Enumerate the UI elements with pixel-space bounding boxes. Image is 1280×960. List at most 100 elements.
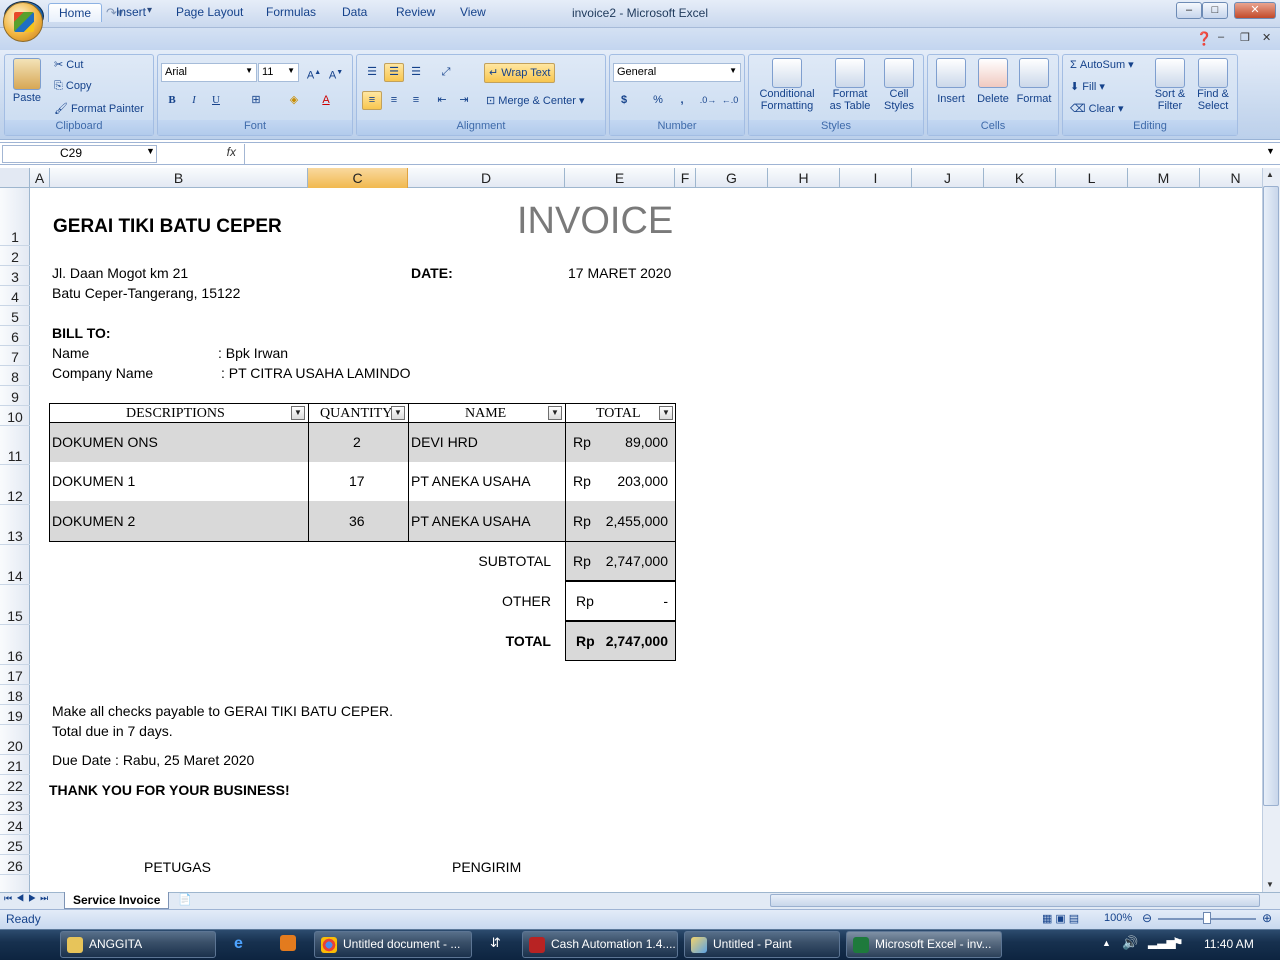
row-header-2[interactable]: 2 bbox=[0, 246, 30, 266]
bold-button[interactable]: B bbox=[162, 91, 182, 110]
row-header-22[interactable]: 22 bbox=[0, 775, 30, 795]
ribbon-close-icon[interactable]: ✕ bbox=[1262, 31, 1271, 44]
copy-button[interactable]: ⎘ Copy bbox=[54, 80, 92, 93]
taskbar-folder[interactable]: ANGGITA bbox=[60, 931, 216, 958]
row-header-9[interactable]: 9 bbox=[0, 386, 30, 406]
delete-cells-button[interactable]: Delete bbox=[974, 58, 1012, 105]
column-header-i[interactable]: I bbox=[840, 168, 912, 188]
row-header-1[interactable]: 1 bbox=[0, 188, 30, 246]
column-header-c[interactable]: C bbox=[308, 168, 408, 188]
row-header-17[interactable]: 17 bbox=[0, 665, 30, 685]
row-header-26[interactable]: 26 bbox=[0, 855, 30, 875]
comma-button[interactable]: , bbox=[672, 91, 692, 110]
row-header-8[interactable]: 8 bbox=[0, 366, 30, 386]
font-size-select[interactable]: 11 ▼ bbox=[258, 63, 299, 82]
column-header-j[interactable]: J bbox=[912, 168, 984, 188]
shrink-font-icon[interactable]: A▼ bbox=[326, 63, 346, 82]
horizontal-scrollbar[interactable] bbox=[770, 894, 1260, 907]
underline-button[interactable]: U bbox=[206, 91, 226, 110]
tab-insert[interactable]: Insert bbox=[106, 3, 156, 22]
action-center-icon[interactable]: ⚑ bbox=[1172, 935, 1184, 951]
format-cells-button[interactable]: Format bbox=[1014, 58, 1054, 105]
row-header-24[interactable]: 24 bbox=[0, 815, 30, 835]
row-header-10[interactable]: 10 bbox=[0, 406, 30, 426]
insert-function-button[interactable]: fx bbox=[160, 145, 242, 163]
view-mode-icons[interactable]: ▦▣▤ bbox=[1042, 912, 1082, 925]
office-button[interactable] bbox=[3, 2, 43, 42]
number-format-select[interactable]: General ▼ bbox=[613, 63, 741, 82]
row-header-12[interactable]: 12 bbox=[0, 465, 30, 505]
clear-button[interactable]: ⌫ Clear ▾ bbox=[1070, 102, 1124, 115]
find-select-button[interactable]: Find & Select bbox=[1192, 58, 1234, 112]
taskbar-chrome[interactable]: Untitled document - ... bbox=[314, 931, 472, 958]
volume-icon[interactable]: 🔊 bbox=[1122, 935, 1138, 951]
row-header-21[interactable]: 21 bbox=[0, 755, 30, 775]
ribbon-restore-icon[interactable]: ❐ bbox=[1240, 31, 1250, 44]
insert-cells-button[interactable]: Insert bbox=[932, 58, 970, 105]
row-header-7[interactable]: 7 bbox=[0, 346, 30, 366]
format-painter-button[interactable]: 🖌 Format Painter bbox=[54, 102, 144, 115]
ribbon-minimize-icon[interactable]: – bbox=[1218, 31, 1224, 43]
taskbar-cash-automation[interactable]: Cash Automation 1.4.... bbox=[522, 931, 678, 958]
formula-input[interactable] bbox=[244, 144, 1264, 164]
column-header-b[interactable]: B bbox=[50, 168, 308, 188]
conditional-formatting-button[interactable]: Conditional Formatting bbox=[752, 58, 822, 112]
filter-name-icon[interactable]: ▼ bbox=[548, 406, 562, 420]
column-header-e[interactable]: E bbox=[565, 168, 675, 188]
increase-indent-icon[interactable]: ⇥ bbox=[454, 91, 474, 110]
align-top-icon[interactable]: ☰ bbox=[362, 63, 382, 82]
filter-quantity-icon[interactable]: ▼ bbox=[391, 406, 405, 420]
fill-button[interactable]: ⬇ Fill ▾ bbox=[1070, 80, 1105, 93]
row-header-18[interactable]: 18 bbox=[0, 685, 30, 705]
scroll-down-icon[interactable]: ▼ bbox=[1266, 880, 1274, 889]
vertical-scroll-thumb[interactable] bbox=[1263, 186, 1279, 806]
row-header-16[interactable]: 16 bbox=[0, 625, 30, 665]
align-bottom-icon[interactable]: ☰ bbox=[406, 63, 426, 82]
expand-formula-bar-icon[interactable]: ▼ bbox=[1266, 146, 1275, 156]
tab-formulas[interactable]: Formulas bbox=[256, 3, 326, 22]
column-header-g[interactable]: G bbox=[696, 168, 768, 188]
fill-color-icon[interactable]: ◈ bbox=[284, 91, 304, 110]
filter-descriptions-icon[interactable]: ▼ bbox=[291, 406, 305, 420]
increase-decimal-icon[interactable]: .0→ bbox=[698, 91, 718, 110]
sheet-nav-icons[interactable]: ⏮◀▶⏭ bbox=[4, 893, 52, 904]
zoom-out-icon[interactable]: ⊖ bbox=[1142, 911, 1152, 925]
row-header-11[interactable]: 11 bbox=[0, 426, 30, 465]
grow-font-icon[interactable]: A▲ bbox=[304, 63, 324, 82]
sort-filter-button[interactable]: Sort & Filter bbox=[1150, 58, 1190, 112]
row-header-25[interactable]: 25 bbox=[0, 835, 30, 855]
currency-button[interactable]: $ bbox=[614, 91, 634, 110]
column-header-a[interactable]: A bbox=[30, 168, 50, 188]
paste-button[interactable]: Paste bbox=[10, 58, 44, 112]
filter-total-icon[interactable]: ▼ bbox=[659, 406, 673, 420]
wrap-text-button[interactable]: ↵ Wrap Text bbox=[484, 63, 556, 83]
zoom-slider-thumb[interactable] bbox=[1203, 912, 1211, 924]
minimize-button[interactable]: – bbox=[1176, 2, 1202, 19]
worksheet[interactable]: GERAI TIKI BATU CEPER INVOICE Jl. Daan M… bbox=[30, 188, 1262, 892]
row-header-20[interactable]: 20 bbox=[0, 725, 30, 755]
scroll-up-icon[interactable]: ▲ bbox=[1266, 170, 1274, 179]
italic-button[interactable]: I bbox=[184, 91, 204, 110]
tab-home[interactable]: Home bbox=[48, 3, 103, 22]
cell-styles-button[interactable]: Cell Styles bbox=[878, 58, 920, 112]
name-box-dropdown-icon[interactable]: ▼ bbox=[146, 146, 155, 156]
tab-page-layout[interactable]: Page Layout bbox=[166, 3, 253, 22]
row-header-14[interactable]: 14 bbox=[0, 545, 30, 585]
column-header-h[interactable]: H bbox=[768, 168, 840, 188]
show-hidden-icons[interactable]: ▲ bbox=[1102, 938, 1111, 948]
align-center-icon[interactable]: ≡ bbox=[384, 91, 404, 110]
column-header-m[interactable]: M bbox=[1128, 168, 1200, 188]
close-button[interactable]: ✕ bbox=[1234, 2, 1276, 19]
row-header-19[interactable]: 19 bbox=[0, 705, 30, 725]
merge-center-button[interactable]: ⊡ Merge & Center ▾ bbox=[486, 94, 585, 107]
font-color-icon[interactable]: A bbox=[316, 91, 336, 110]
name-box[interactable]: C29 bbox=[2, 145, 157, 163]
cut-button[interactable]: ✂ Cut bbox=[54, 58, 83, 71]
align-middle-icon[interactable]: ☰ bbox=[384, 63, 404, 82]
maximize-button[interactable]: □ bbox=[1202, 2, 1228, 19]
select-all-button[interactable] bbox=[0, 168, 30, 188]
font-family-select[interactable]: Arial ▼ bbox=[161, 63, 257, 82]
tab-review[interactable]: Review bbox=[386, 3, 445, 22]
align-left-icon[interactable]: ≡ bbox=[362, 91, 382, 110]
row-header-3[interactable]: 3 bbox=[0, 266, 30, 286]
